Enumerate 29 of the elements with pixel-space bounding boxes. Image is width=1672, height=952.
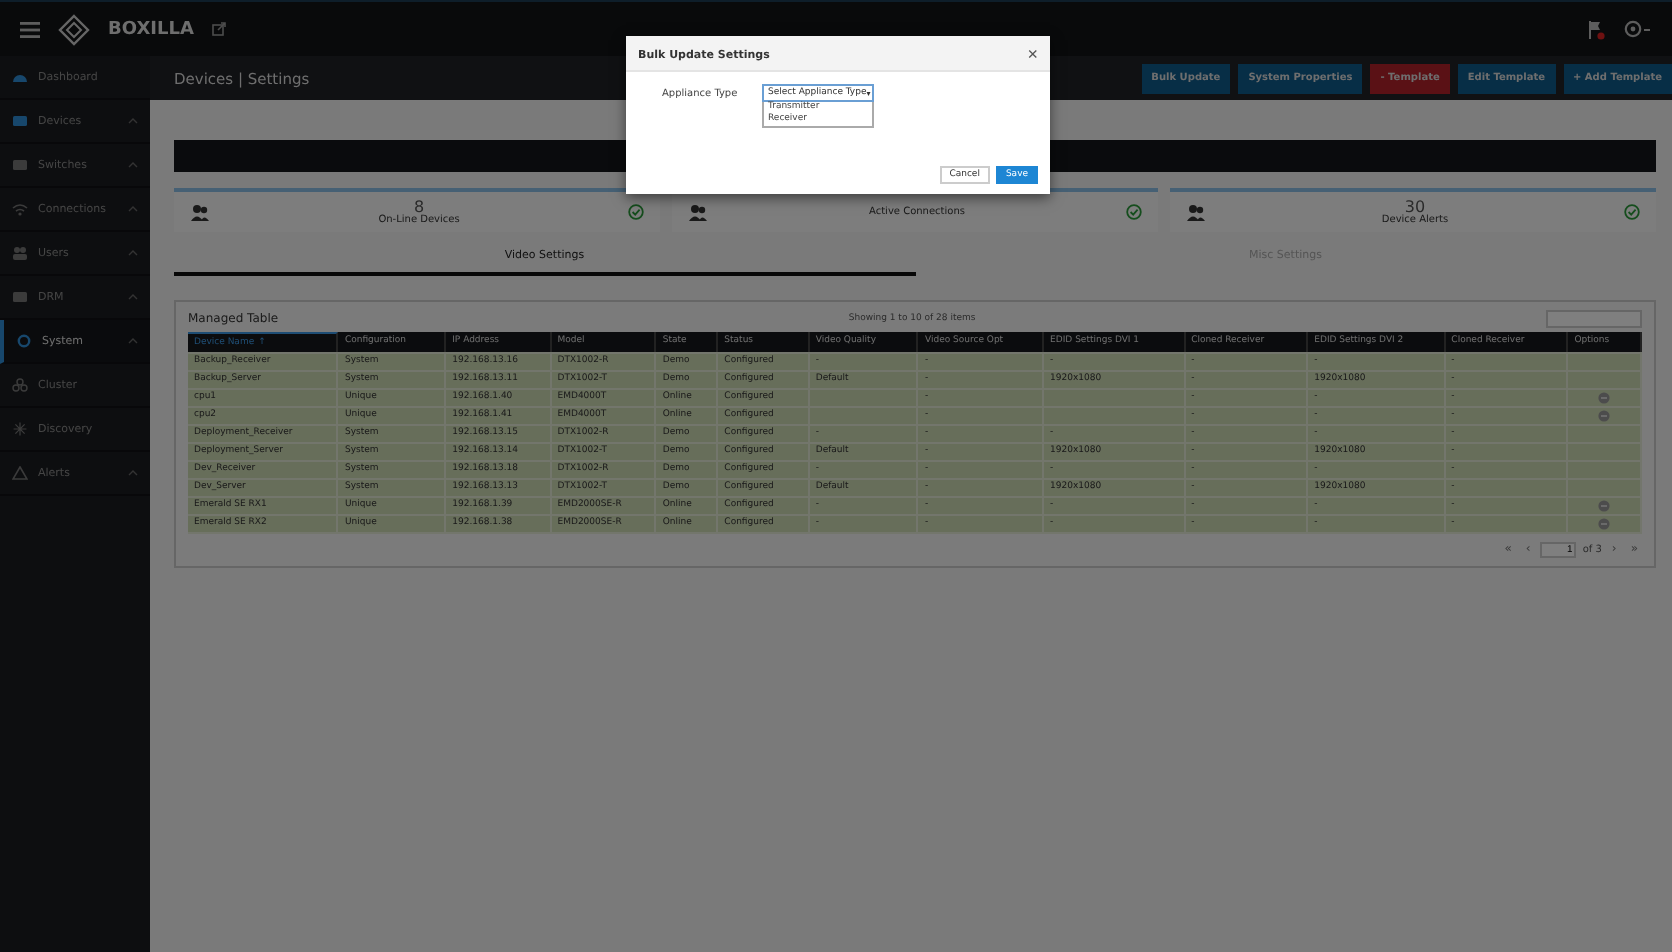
users-icon bbox=[190, 203, 210, 221]
close-button[interactable]: × bbox=[1027, 46, 1038, 64]
gauge-icon bbox=[12, 70, 28, 84]
diamond-logo-icon bbox=[58, 13, 90, 45]
options-icon[interactable] bbox=[1598, 392, 1611, 404]
users-icon bbox=[1186, 203, 1206, 221]
device-icon bbox=[12, 114, 28, 128]
options-icon[interactable] bbox=[1598, 410, 1611, 422]
stat-value: 30 bbox=[1404, 199, 1426, 215]
menu-icon[interactable] bbox=[20, 21, 40, 37]
options-icon[interactable] bbox=[1598, 518, 1611, 530]
brand-name: BOXILLA bbox=[108, 19, 194, 39]
burst-icon bbox=[12, 422, 28, 436]
wifi-icon bbox=[12, 202, 28, 216]
check-circle-icon bbox=[1624, 204, 1640, 220]
stat-value: 8 bbox=[413, 199, 425, 215]
circles-icon bbox=[12, 378, 28, 392]
search-field[interactable] bbox=[1546, 309, 1643, 327]
warning-icon bbox=[12, 466, 28, 480]
device-icon bbox=[12, 158, 28, 172]
check-circle-icon bbox=[1126, 204, 1142, 220]
user-menu-icon[interactable] bbox=[1624, 20, 1652, 38]
users-icon bbox=[12, 246, 28, 260]
flag-icon[interactable] bbox=[1588, 19, 1606, 39]
check-circle-icon bbox=[628, 204, 644, 220]
external-link-icon[interactable] bbox=[211, 22, 226, 36]
device-icon bbox=[12, 290, 28, 304]
options-icon[interactable] bbox=[1598, 500, 1611, 512]
users-icon bbox=[688, 203, 708, 221]
